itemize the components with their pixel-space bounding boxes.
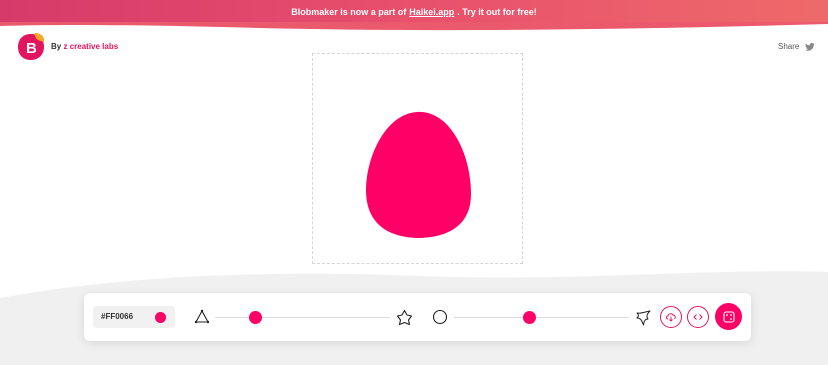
complexity-slider-thumb[interactable] — [249, 311, 262, 324]
banner-wave-decoration — [0, 22, 828, 31]
dice-icon — [722, 310, 735, 323]
controls-panel: #FF0066 — [84, 293, 751, 341]
download-icon — [666, 313, 676, 322]
brand-link[interactable]: z creative labs — [63, 42, 118, 51]
byline: By z creative labs — [51, 42, 118, 51]
color-hex-value[interactable]: #FF0066 — [101, 312, 133, 321]
download-button[interactable] — [660, 306, 682, 328]
announcement-banner: Blobmaker is now a part of Haikei.app . … — [0, 0, 828, 23]
complexity-slider-track[interactable] — [215, 317, 390, 318]
color-picker-field[interactable]: #FF0066 — [93, 306, 175, 328]
blobmaker-logo[interactable]: B — [17, 33, 45, 61]
contrast-slider-track[interactable] — [454, 317, 629, 318]
color-swatch[interactable] — [155, 312, 166, 323]
circle-icon — [432, 309, 448, 325]
twitter-icon[interactable] — [805, 42, 815, 52]
byline-prefix: By — [51, 42, 62, 51]
share-label[interactable]: Share — [778, 42, 799, 51]
code-icon — [693, 314, 703, 320]
haikei-link[interactable]: Haikei.app — [409, 7, 454, 17]
star-polygon-icon — [396, 309, 413, 326]
spiky-blob-icon — [636, 310, 651, 326]
code-button[interactable] — [687, 306, 709, 328]
blob-shape — [366, 111, 471, 238]
banner-text-end: . Try it out for free! — [457, 6, 537, 17]
banner-text: Blobmaker is now a part of — [291, 6, 407, 17]
randomize-button[interactable] — [715, 303, 742, 330]
blob-canvas — [312, 53, 523, 264]
contrast-slider-thumb[interactable] — [523, 311, 536, 324]
triangle-icon — [194, 309, 210, 324]
logo-letter: B — [26, 40, 37, 57]
